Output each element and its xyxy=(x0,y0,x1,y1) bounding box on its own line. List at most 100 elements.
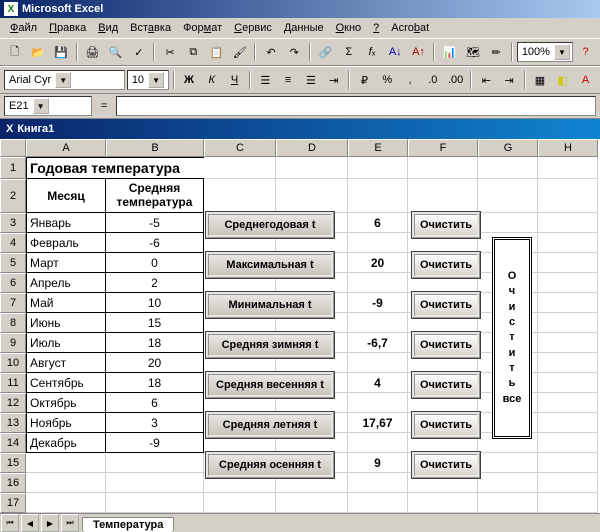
menu-insert[interactable]: Вставка xyxy=(124,20,177,36)
cell[interactable] xyxy=(348,179,408,213)
cell[interactable]: 17,67 xyxy=(348,413,408,433)
chevron-down-icon[interactable]: ▼ xyxy=(148,72,164,88)
cell[interactable] xyxy=(26,453,106,473)
new-icon[interactable]: 🗋 xyxy=(4,41,25,63)
clear-button[interactable]: Очистить xyxy=(412,372,480,398)
inc-indent-icon[interactable]: ⇥ xyxy=(499,69,520,91)
cell[interactable] xyxy=(348,493,408,513)
clear-button[interactable]: Очистить xyxy=(412,292,480,318)
cell[interactable] xyxy=(348,157,408,179)
cell[interactable]: 15 xyxy=(106,313,204,333)
cell[interactable] xyxy=(348,233,408,253)
autosum-icon[interactable]: Σ xyxy=(338,41,359,63)
cell[interactable] xyxy=(106,473,204,493)
menu-format[interactable]: Формат xyxy=(177,20,228,36)
row-header[interactable]: 3 xyxy=(0,213,26,233)
comma-icon[interactable]: , xyxy=(400,69,421,91)
cell[interactable] xyxy=(408,179,478,213)
menu-window[interactable]: Окно xyxy=(330,20,368,36)
menu-acrobat[interactable]: Acrobat xyxy=(385,20,435,36)
cell[interactable]: Апрель xyxy=(26,273,106,293)
cell[interactable] xyxy=(478,453,538,473)
cell[interactable] xyxy=(348,313,408,333)
row-header[interactable]: 6 xyxy=(0,273,26,293)
col-header[interactable]: E xyxy=(348,139,408,157)
map-icon[interactable]: 🗺 xyxy=(462,41,483,63)
tab-nav-last-icon[interactable]: ⏭ xyxy=(61,514,79,532)
cell[interactable]: Март xyxy=(26,253,106,273)
col-header[interactable]: H xyxy=(538,139,598,157)
menu-data[interactable]: Данные xyxy=(278,20,330,36)
dec-indent-icon[interactable]: ⇤ xyxy=(476,69,497,91)
cell[interactable]: 6 xyxy=(106,393,204,413)
hyperlink-icon[interactable]: 🔗 xyxy=(315,41,336,63)
cell[interactable]: 18 xyxy=(106,373,204,393)
cell[interactable]: -9 xyxy=(106,433,204,453)
cell[interactable]: -5 xyxy=(106,213,204,233)
dec-decimal-icon[interactable]: .00 xyxy=(445,69,466,91)
cell[interactable] xyxy=(26,493,106,513)
chart-icon[interactable]: 📊 xyxy=(439,41,460,63)
compute-button[interactable]: Средняя весенняя t xyxy=(206,372,334,398)
help-icon[interactable]: ? xyxy=(575,41,596,63)
cell[interactable] xyxy=(276,157,348,179)
col-header[interactable]: F xyxy=(408,139,478,157)
cell[interactable] xyxy=(106,493,204,513)
cell[interactable] xyxy=(538,433,598,453)
cell[interactable] xyxy=(276,493,348,513)
sort-desc-icon[interactable]: A↑ xyxy=(408,41,429,63)
cell[interactable]: -6,7 xyxy=(348,333,408,353)
cell[interactable] xyxy=(478,179,538,213)
cell[interactable] xyxy=(538,353,598,373)
borders-icon[interactable]: ▦ xyxy=(530,69,551,91)
cell[interactable] xyxy=(538,453,598,473)
cell[interactable] xyxy=(538,493,598,513)
col-header[interactable]: C xyxy=(204,139,276,157)
clear-all-button[interactable]: Очиститьвсе xyxy=(492,237,532,439)
compute-button[interactable]: Средняя зимняя t xyxy=(206,332,334,358)
cell[interactable] xyxy=(348,473,408,493)
cell[interactable]: Средняя температура xyxy=(106,179,204,213)
clear-button[interactable]: Очистить xyxy=(412,212,480,238)
align-left-icon[interactable]: ☰ xyxy=(255,69,276,91)
formula-input[interactable] xyxy=(116,96,596,116)
merge-center-icon[interactable]: ⇥ xyxy=(323,69,344,91)
chevron-down-icon[interactable]: ▼ xyxy=(554,44,570,60)
cell[interactable]: Годовая температура xyxy=(26,157,204,179)
row-header[interactable]: 10 xyxy=(0,353,26,373)
align-center-icon[interactable]: ≡ xyxy=(278,69,299,91)
cell[interactable] xyxy=(348,393,408,413)
row-header[interactable]: 2 xyxy=(0,179,26,213)
cell[interactable] xyxy=(408,157,478,179)
row-header[interactable]: 17 xyxy=(0,493,26,513)
row-header[interactable]: 7 xyxy=(0,293,26,313)
compute-button[interactable]: Среднегодовая t xyxy=(206,212,334,238)
cell[interactable] xyxy=(26,473,106,493)
cell[interactable] xyxy=(538,273,598,293)
cell[interactable]: Июль xyxy=(26,333,106,353)
cell[interactable]: 20 xyxy=(348,253,408,273)
cell[interactable] xyxy=(478,493,538,513)
paste-icon[interactable]: 📋 xyxy=(206,41,227,63)
cell[interactable] xyxy=(348,273,408,293)
cell[interactable] xyxy=(408,493,478,513)
cell[interactable]: 4 xyxy=(348,373,408,393)
zoom-combo[interactable]: 100% ▼ xyxy=(517,42,573,62)
cell[interactable] xyxy=(538,313,598,333)
formula-equals[interactable]: = xyxy=(96,100,112,112)
inc-decimal-icon[interactable]: .0 xyxy=(422,69,443,91)
cell[interactable] xyxy=(106,453,204,473)
cell[interactable] xyxy=(204,493,276,513)
menu-help[interactable]: ? xyxy=(367,20,385,36)
row-header[interactable]: 8 xyxy=(0,313,26,333)
name-box[interactable]: E21 ▼ xyxy=(4,96,92,116)
open-icon[interactable]: 📂 xyxy=(27,41,48,63)
cell[interactable] xyxy=(204,179,276,213)
cell[interactable] xyxy=(538,333,598,353)
tab-nav-next-icon[interactable]: ▶ xyxy=(41,514,59,532)
cell[interactable]: Декабрь xyxy=(26,433,106,453)
col-header[interactable]: D xyxy=(276,139,348,157)
menu-edit[interactable]: Правка xyxy=(43,20,92,36)
currency-icon[interactable]: ₽ xyxy=(354,69,375,91)
cell[interactable]: 2 xyxy=(106,273,204,293)
